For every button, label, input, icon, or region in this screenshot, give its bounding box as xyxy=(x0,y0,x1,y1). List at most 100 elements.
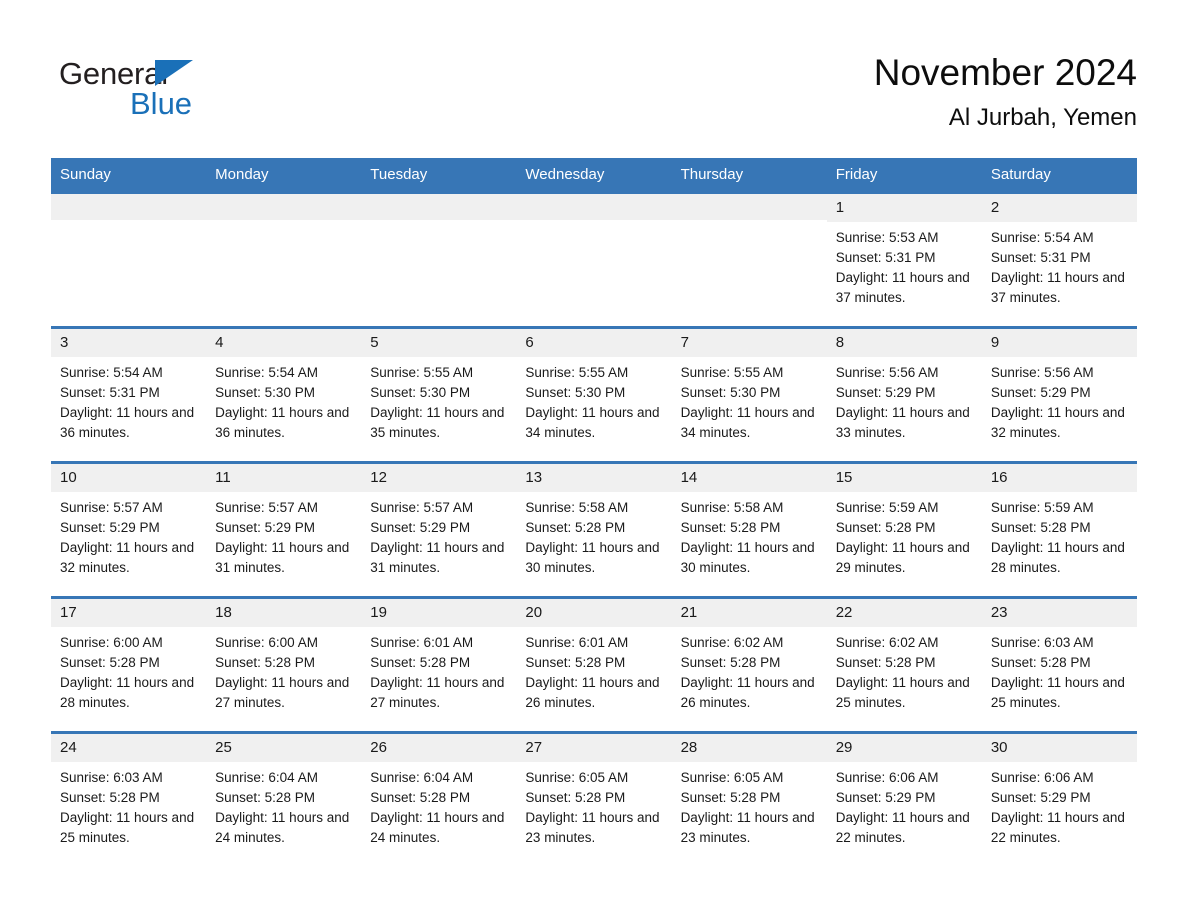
day-details: Sunrise: 6:01 AM Sunset: 5:28 PM Daylight:… xyxy=(516,627,671,713)
daylight-text: Daylight: 11 hours and 22 minutes. xyxy=(835,810,970,845)
calendar-day-cell[interactable]: 10 Sunrise: 5:57 AM Sunset: 5:29 PM Dayligh… xyxy=(51,461,207,598)
calendar-day-cell[interactable]: 30 Sunrise: 6:06 AM Sunset: 5:29 PM Dayligh… xyxy=(981,731,1137,868)
sunrise-text: Sunrise: 5:58 AM xyxy=(525,500,629,515)
daylight-text: Daylight: 11 hours and 26 minutes. xyxy=(525,675,660,710)
sunrise-text: Sunrise: 6:02 AM xyxy=(835,635,939,650)
day-number: 16 xyxy=(981,464,1137,492)
sunrise-text: Sunrise: 5:54 AM xyxy=(215,365,318,380)
daylight-text: Daylight: 11 hours and 27 minutes. xyxy=(370,675,505,710)
calendar-day-cell[interactable]: 21 Sunrise: 6:02 AM Sunset: 5:28 PM Dayligh… xyxy=(671,596,827,733)
day-details: Sunrise: 6:04 AM Sunset: 5:28 PM Daylight:… xyxy=(206,762,361,848)
sunset-text: Sunset: 5:28 PM xyxy=(525,520,626,535)
day-number: 22 xyxy=(826,599,982,627)
calendar-day-cell[interactable]: 18 Sunrise: 6:00 AM Sunset: 5:28 PM Dayligh… xyxy=(206,596,362,733)
calendar-day-cell[interactable]: 17 Sunrise: 6:00 AM Sunset: 5:28 PM Dayligh… xyxy=(51,596,207,733)
sunset-text: Sunset: 5:28 PM xyxy=(990,520,1091,535)
daylight-text: Daylight: 11 hours and 32 minutes. xyxy=(60,540,195,575)
weekday-header-sunday: Sunday xyxy=(51,158,207,193)
calendar-day-cell[interactable]: 14 Sunrise: 5:58 AM Sunset: 5:28 PM Dayligh… xyxy=(671,461,827,598)
daylight-text: Daylight: 11 hours and 26 minutes. xyxy=(680,675,815,710)
calendar-day-cell[interactable]: 29 Sunrise: 6:06 AM Sunset: 5:29 PM Dayligh… xyxy=(826,731,982,868)
calendar-day-cell[interactable]: 1 Sunrise: 5:53 AM Sunset: 5:31 PM Daylight… xyxy=(826,191,982,328)
daylight-text: Daylight: 11 hours and 34 minutes. xyxy=(525,405,660,440)
calendar-week-row: 1 Sunrise: 5:53 AM Sunset: 5:31 PM Daylight… xyxy=(51,191,1137,328)
day-details: Sunrise: 6:00 AM Sunset: 5:28 PM Daylight:… xyxy=(206,627,361,713)
calendar-empty-cell xyxy=(671,191,827,328)
daylight-text: Daylight: 11 hours and 22 minutes. xyxy=(990,810,1125,845)
calendar-day-cell[interactable]: 12 Sunrise: 5:57 AM Sunset: 5:29 PM Dayligh… xyxy=(361,461,517,598)
day-number: 24 xyxy=(51,734,207,762)
calendar-day-cell[interactable]: 4 Sunrise: 5:54 AM Sunset: 5:30 PM Daylight… xyxy=(206,326,362,463)
daylight-text: Daylight: 11 hours and 25 minutes. xyxy=(60,810,195,845)
sunrise-text: Sunrise: 5:57 AM xyxy=(215,500,318,515)
sunset-text: Sunset: 5:28 PM xyxy=(680,655,781,670)
sunrise-text: Sunrise: 6:06 AM xyxy=(835,770,939,785)
calendar-day-cell[interactable]: 9 Sunrise: 5:56 AM Sunset: 5:29 PM Daylight… xyxy=(981,326,1137,463)
calendar-day-cell[interactable]: 20 Sunrise: 6:01 AM Sunset: 5:28 PM Dayligh… xyxy=(516,596,672,733)
day-details: Sunrise: 6:00 AM Sunset: 5:28 PM Daylight:… xyxy=(51,627,206,713)
daylight-text: Daylight: 11 hours and 33 minutes. xyxy=(835,405,970,440)
daylight-text: Daylight: 11 hours and 32 minutes. xyxy=(990,405,1125,440)
daylight-text: Daylight: 11 hours and 23 minutes. xyxy=(525,810,660,845)
calendar-day-cell[interactable]: 5 Sunrise: 5:55 AM Sunset: 5:30 PM Daylight… xyxy=(361,326,517,463)
calendar-day-cell[interactable]: 15 Sunrise: 5:59 AM Sunset: 5:28 PM Dayligh… xyxy=(826,461,982,598)
daylight-text: Daylight: 11 hours and 31 minutes. xyxy=(215,540,350,575)
brand-name-blue: Blue xyxy=(130,86,193,121)
day-details: Sunrise: 5:54 AM Sunset: 5:31 PM Daylight:… xyxy=(982,222,1137,308)
calendar-day-cell[interactable]: 26 Sunrise: 6:04 AM Sunset: 5:28 PM Dayligh… xyxy=(361,731,517,868)
day-number xyxy=(671,194,827,220)
daylight-text: Daylight: 11 hours and 37 minutes. xyxy=(835,270,970,305)
calendar-day-cell[interactable]: 25 Sunrise: 6:04 AM Sunset: 5:28 PM Dayligh… xyxy=(206,731,362,868)
day-details: Sunrise: 6:02 AM Sunset: 5:28 PM Daylight:… xyxy=(672,627,827,713)
sunrise-text: Sunrise: 6:00 AM xyxy=(215,635,318,650)
calendar-day-cell[interactable]: 8 Sunrise: 5:56 AM Sunset: 5:29 PM Daylight… xyxy=(826,326,982,463)
sunrise-text: Sunrise: 6:02 AM xyxy=(680,635,784,650)
daylight-text: Daylight: 11 hours and 27 minutes. xyxy=(215,675,350,710)
sunrise-text: Sunrise: 5:53 AM xyxy=(835,230,939,245)
daylight-text: Daylight: 11 hours and 29 minutes. xyxy=(835,540,970,575)
calendar-week-row: 24 Sunrise: 6:03 AM Sunset: 5:28 PM Dayligh… xyxy=(51,731,1137,868)
daylight-text: Daylight: 11 hours and 25 minutes. xyxy=(990,675,1125,710)
calendar-day-cell[interactable]: 7 Sunrise: 5:55 AM Sunset: 5:30 PM Daylight… xyxy=(671,326,827,463)
sunset-text: Sunset: 5:29 PM xyxy=(835,790,936,805)
sunset-text: Sunset: 5:29 PM xyxy=(370,520,471,535)
calendar-empty-cell xyxy=(206,191,362,328)
calendar-day-cell[interactable]: 13 Sunrise: 5:58 AM Sunset: 5:28 PM Dayligh… xyxy=(516,461,672,598)
day-number: 14 xyxy=(671,464,827,492)
sunset-text: Sunset: 5:31 PM xyxy=(990,250,1091,265)
calendar-empty-cell xyxy=(51,191,207,328)
sunset-text: Sunset: 5:30 PM xyxy=(680,385,781,400)
day-details: Sunrise: 5:57 AM Sunset: 5:29 PM Daylight:… xyxy=(51,492,206,578)
calendar-day-cell[interactable]: 2 Sunrise: 5:54 AM Sunset: 5:31 PM Daylight… xyxy=(981,191,1137,328)
day-details: Sunrise: 6:03 AM Sunset: 5:28 PM Daylight:… xyxy=(51,762,206,848)
sunrise-text: Sunrise: 6:04 AM xyxy=(215,770,318,785)
calendar-day-cell[interactable]: 23 Sunrise: 6:03 AM Sunset: 5:28 PM Dayligh… xyxy=(981,596,1137,733)
calendar-day-cell[interactable]: 6 Sunrise: 5:55 AM Sunset: 5:30 PM Daylight… xyxy=(516,326,672,463)
day-details: Sunrise: 6:01 AM Sunset: 5:28 PM Daylight:… xyxy=(361,627,516,713)
calendar-day-cell[interactable]: 24 Sunrise: 6:03 AM Sunset: 5:28 PM Dayligh… xyxy=(51,731,207,868)
calendar-day-cell[interactable]: 28 Sunrise: 6:05 AM Sunset: 5:28 PM Dayligh… xyxy=(671,731,827,868)
day-number: 18 xyxy=(206,599,362,627)
sunset-text: Sunset: 5:28 PM xyxy=(835,520,936,535)
calendar-day-cell[interactable]: 22 Sunrise: 6:02 AM Sunset: 5:28 PM Dayligh… xyxy=(826,596,982,733)
day-number: 7 xyxy=(671,329,827,357)
sunset-text: Sunset: 5:28 PM xyxy=(60,790,160,805)
day-details: Sunrise: 5:55 AM Sunset: 5:30 PM Daylight:… xyxy=(516,357,671,443)
sunrise-text: Sunrise: 5:58 AM xyxy=(680,500,784,515)
day-details: Sunrise: 5:56 AM Sunset: 5:29 PM Daylight:… xyxy=(982,357,1137,443)
day-number: 1 xyxy=(826,194,982,222)
calendar-day-cell[interactable]: 19 Sunrise: 6:01 AM Sunset: 5:28 PM Dayligh… xyxy=(361,596,517,733)
day-details: Sunrise: 5:55 AM Sunset: 5:30 PM Daylight:… xyxy=(361,357,516,443)
calendar-day-cell[interactable]: 3 Sunrise: 5:54 AM Sunset: 5:31 PM Daylight… xyxy=(51,326,207,463)
daylight-text: Daylight: 11 hours and 34 minutes. xyxy=(680,405,815,440)
calendar-page: General Blue November 2024 Al Jurbah, Ye… xyxy=(0,0,1188,918)
daylight-text: Daylight: 11 hours and 25 minutes. xyxy=(835,675,970,710)
calendar-day-cell[interactable]: 16 Sunrise: 5:59 AM Sunset: 5:28 PM Dayligh… xyxy=(981,461,1137,598)
sunset-text: Sunset: 5:28 PM xyxy=(990,655,1091,670)
sunset-text: Sunset: 5:29 PM xyxy=(990,385,1091,400)
weekday-header-saturday: Saturday xyxy=(981,158,1137,193)
calendar-day-cell[interactable]: 27 Sunrise: 6:05 AM Sunset: 5:28 PM Dayligh… xyxy=(516,731,672,868)
sunrise-text: Sunrise: 6:05 AM xyxy=(680,770,784,785)
calendar-day-cell[interactable]: 11 Sunrise: 5:57 AM Sunset: 5:29 PM Dayligh… xyxy=(206,461,362,598)
weekday-header-monday: Monday xyxy=(206,158,362,193)
